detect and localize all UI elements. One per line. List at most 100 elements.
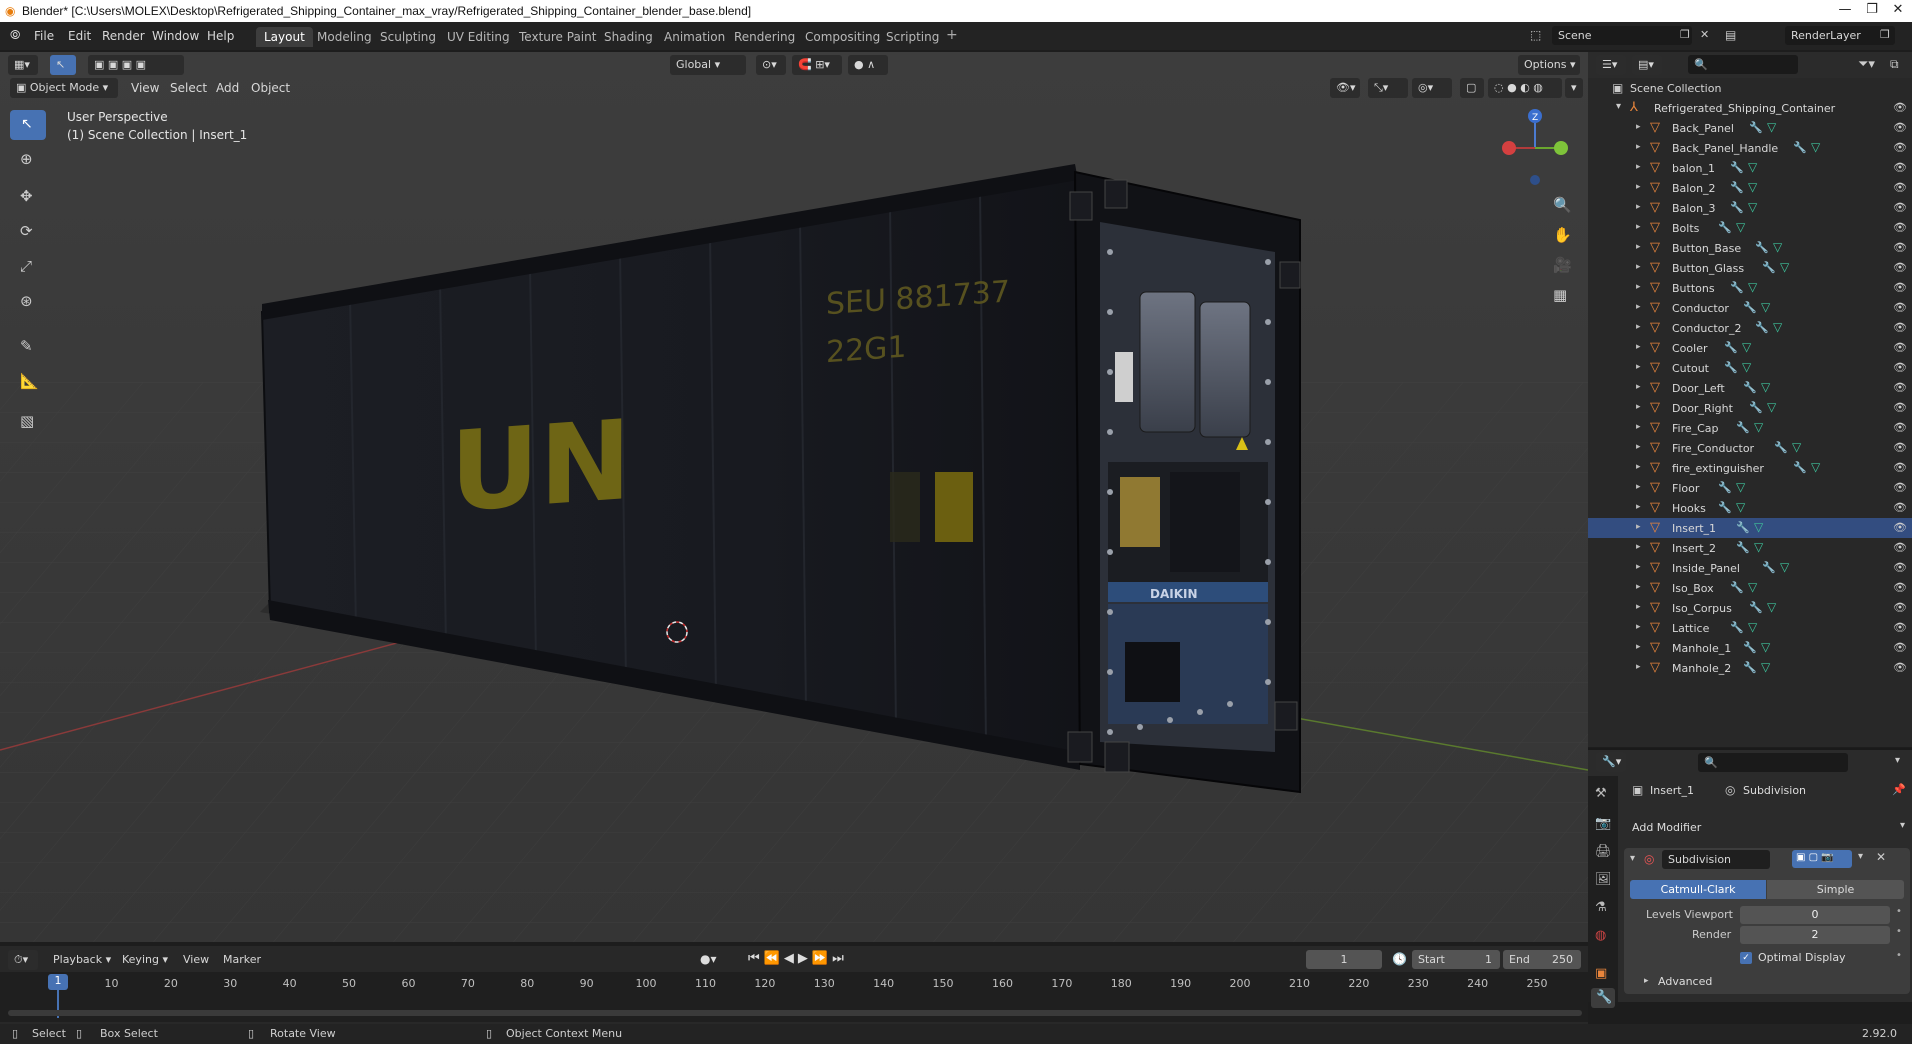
clock-icon[interactable]: 🕓 — [1392, 952, 1407, 966]
expand-right-icon[interactable]: ▸ — [1636, 662, 1641, 672]
tab-animation[interactable]: Animation — [656, 27, 733, 47]
modifier-wrench-icon[interactable]: 🔧 — [1743, 381, 1757, 394]
outliner-item-conductor[interactable]: ▸ ▽ Conductor 🔧 ▽ 👁 — [1588, 298, 1912, 318]
expand-right-icon[interactable]: ▸ — [1636, 142, 1641, 152]
expand-right-icon[interactable]: ▸ — [1636, 422, 1641, 432]
select-tool-icon[interactable]: ↖ — [50, 55, 76, 75]
outliner-item-manhole-2[interactable]: ▸ ▽ Manhole_2 🔧 ▽ 👁 — [1588, 658, 1912, 678]
shading-mode-buttons[interactable]: ◌ ● ◐ ◍ — [1488, 78, 1562, 98]
zoom-icon[interactable]: 🔍 — [1553, 196, 1572, 214]
expand-right-icon[interactable]: ▸ — [1636, 242, 1641, 252]
modifier-wrench-icon[interactable]: 🔧 — [1730, 181, 1744, 194]
expand-right-icon[interactable]: ▸ — [1636, 482, 1641, 492]
modifier-wrench-icon[interactable]: 🔧 — [1718, 501, 1732, 514]
scene-field[interactable]: Scene — [1552, 26, 1692, 45]
tab-sculpting[interactable]: Sculpting — [372, 27, 444, 47]
visibility-eye-icon[interactable]: 👁 — [1893, 221, 1907, 234]
new-collection-icon[interactable]: ⧉ — [1890, 57, 1899, 72]
3d-viewport[interactable]: UN SEU 881737 22G1 DAIKIN Z — [0, 52, 1588, 942]
outliner-item-iso-box[interactable]: ▸ ▽ Iso_Box 🔧 ▽ 👁 — [1588, 578, 1912, 598]
gizmo-icon[interactable]: ⤡▾ — [1368, 78, 1408, 98]
modifier-wrench-icon[interactable]: 🔧 — [1749, 601, 1763, 614]
annotate-tool[interactable]: ✎ — [10, 332, 46, 362]
close-icon[interactable]: ✕ — [1883, 2, 1912, 17]
visibility-icon[interactable]: 👁▾ — [1330, 78, 1360, 98]
mesh-data-icon[interactable]: ▽ — [1767, 120, 1776, 134]
expand-right-icon[interactable]: ▸ — [1636, 162, 1641, 172]
visibility-eye-icon[interactable]: 👁 — [1893, 361, 1907, 374]
playback-controls[interactable]: ⏮⏪◀▶⏩⏭ — [748, 951, 848, 966]
visibility-eye-icon[interactable]: 👁 — [1893, 581, 1907, 594]
pan-hand-icon[interactable]: ✋ — [1553, 226, 1572, 244]
end-frame-field[interactable]: End 250 — [1503, 950, 1581, 969]
outliner-item-buttons[interactable]: ▸ ▽ Buttons 🔧 ▽ 👁 — [1588, 278, 1912, 298]
visibility-eye-icon[interactable]: 👁 — [1893, 501, 1907, 514]
outliner-item-manhole-1[interactable]: ▸ ▽ Manhole_1 🔧 ▽ 👁 — [1588, 638, 1912, 658]
menu-render[interactable]: Render — [102, 29, 145, 43]
current-frame-field[interactable]: 1 — [1306, 950, 1382, 969]
expand-right-icon[interactable]: ▸ — [1636, 502, 1641, 512]
menu-timeline-view[interactable]: View — [183, 953, 209, 966]
mesh-data-icon[interactable]: ▽ — [1792, 440, 1801, 454]
expand-right-icon[interactable]: ▸ — [1636, 282, 1641, 292]
expand-right-icon[interactable]: ▸ — [1636, 562, 1641, 572]
start-frame-field[interactable]: Start 1 — [1412, 950, 1500, 969]
mesh-data-icon[interactable]: ▽ — [1748, 160, 1757, 174]
blender-menu-icon[interactable]: ⦾ — [10, 28, 20, 43]
outliner-editor-type-icon[interactable]: ☰▾ — [1596, 55, 1626, 75]
modifier-wrench-icon[interactable]: 🔧 — [1718, 221, 1732, 234]
renderlayer-icon[interactable]: ▤ — [1725, 28, 1736, 42]
outliner-item-cutout[interactable]: ▸ ▽ Cutout 🔧 ▽ 👁 — [1588, 358, 1912, 378]
modifier-wrench-icon[interactable]: 🔧 — [1730, 161, 1744, 174]
mesh-data-icon[interactable]: ▽ — [1736, 500, 1745, 514]
modifier-tab-icon[interactable]: 🔧 — [1591, 988, 1615, 1008]
outliner-item-fire-extinguisher[interactable]: ▸ ▽ fire_extinguisher 🔧 ▽ 👁 — [1588, 458, 1912, 478]
rotate-tool[interactable]: ⟳ — [10, 217, 46, 247]
expand-right-icon[interactable]: ▸ — [1636, 642, 1641, 652]
tab-modeling[interactable]: Modeling — [309, 27, 380, 47]
tab-layout[interactable]: Layout — [256, 27, 313, 47]
keyframe-dot-icon[interactable]: • — [1896, 926, 1902, 937]
expand-right-icon[interactable]: ▸ — [1636, 522, 1641, 532]
visibility-eye-icon[interactable]: 👁 — [1893, 201, 1907, 214]
expand-right-icon[interactable]: ▸ — [1636, 342, 1641, 352]
outliner-item-door-right[interactable]: ▸ ▽ Door_Right 🔧 ▽ 👁 — [1588, 398, 1912, 418]
outliner-item-lattice[interactable]: ▸ ▽ Lattice 🔧 ▽ 👁 — [1588, 618, 1912, 638]
mesh-data-icon[interactable]: ▽ — [1748, 180, 1757, 194]
new-scene-icon[interactable]: ❐ — [1680, 28, 1690, 41]
cursor-tool[interactable]: ⊕ — [10, 145, 46, 175]
display-mode-icon[interactable]: ▤▾ — [1632, 55, 1662, 75]
mesh-data-icon[interactable]: ▽ — [1780, 260, 1789, 274]
keyframe-dot-icon[interactable]: • — [1896, 906, 1902, 917]
modifier-wrench-icon[interactable]: 🔧 — [1743, 661, 1757, 674]
expand-right-icon[interactable]: ▸ — [1636, 542, 1641, 552]
modifier-name-field[interactable]: Subdivision — [1662, 850, 1770, 869]
outliner-item-fire-cap[interactable]: ▸ ▽ Fire_Cap 🔧 ▽ 👁 — [1588, 418, 1912, 438]
shading-options-icon[interactable]: ▾ — [1565, 78, 1583, 98]
expand-right-icon[interactable]: ▸ — [1644, 976, 1649, 986]
new-renderlayer-icon[interactable]: ❐ — [1880, 28, 1890, 41]
add-modifier-dropdown[interactable]: Add Modifier ▾ — [1628, 818, 1908, 838]
modifier-wrench-icon[interactable]: 🔧 — [1762, 261, 1776, 274]
mesh-data-icon[interactable]: ▽ — [1761, 640, 1770, 654]
modifier-wrench-icon[interactable]: 🔧 — [1762, 561, 1776, 574]
outliner-item-conductor-2[interactable]: ▸ ▽ Conductor_2 🔧 ▽ 👁 — [1588, 318, 1912, 338]
object-mode-dropdown[interactable]: ▣ Object Mode ▾ — [10, 78, 118, 98]
menu-help[interactable]: Help — [207, 29, 234, 43]
renderlayer-field[interactable]: RenderLayer — [1785, 26, 1895, 45]
proportional-edit-icon[interactable]: ● ∧ — [848, 55, 888, 75]
menu-file[interactable]: File — [34, 29, 54, 43]
mesh-data-icon[interactable]: ▽ — [1748, 280, 1757, 294]
options-button[interactable]: Options ▾ — [1518, 55, 1580, 75]
tab-scripting[interactable]: Scripting — [878, 27, 947, 47]
visibility-eye-icon[interactable]: 👁 — [1893, 341, 1907, 354]
mesh-data-icon[interactable]: ▽ — [1754, 540, 1763, 554]
visibility-eye-icon[interactable]: 👁 — [1893, 401, 1907, 414]
outliner-item-button-base[interactable]: ▸ ▽ Button_Base 🔧 ▽ 👁 — [1588, 238, 1912, 258]
modifier-options-icon[interactable]: ▾ — [1858, 851, 1863, 862]
outliner-item-fire-conductor[interactable]: ▸ ▽ Fire_Conductor 🔧 ▽ 👁 — [1588, 438, 1912, 458]
timeline-editor-type-icon[interactable]: ⏱▾ — [8, 950, 38, 970]
modifier-wrench-icon[interactable]: 🔧 — [1730, 581, 1744, 594]
visibility-eye-icon[interactable]: 👁 — [1893, 241, 1907, 254]
outliner-item-balon-1[interactable]: ▸ ▽ balon_1 🔧 ▽ 👁 — [1588, 158, 1912, 178]
